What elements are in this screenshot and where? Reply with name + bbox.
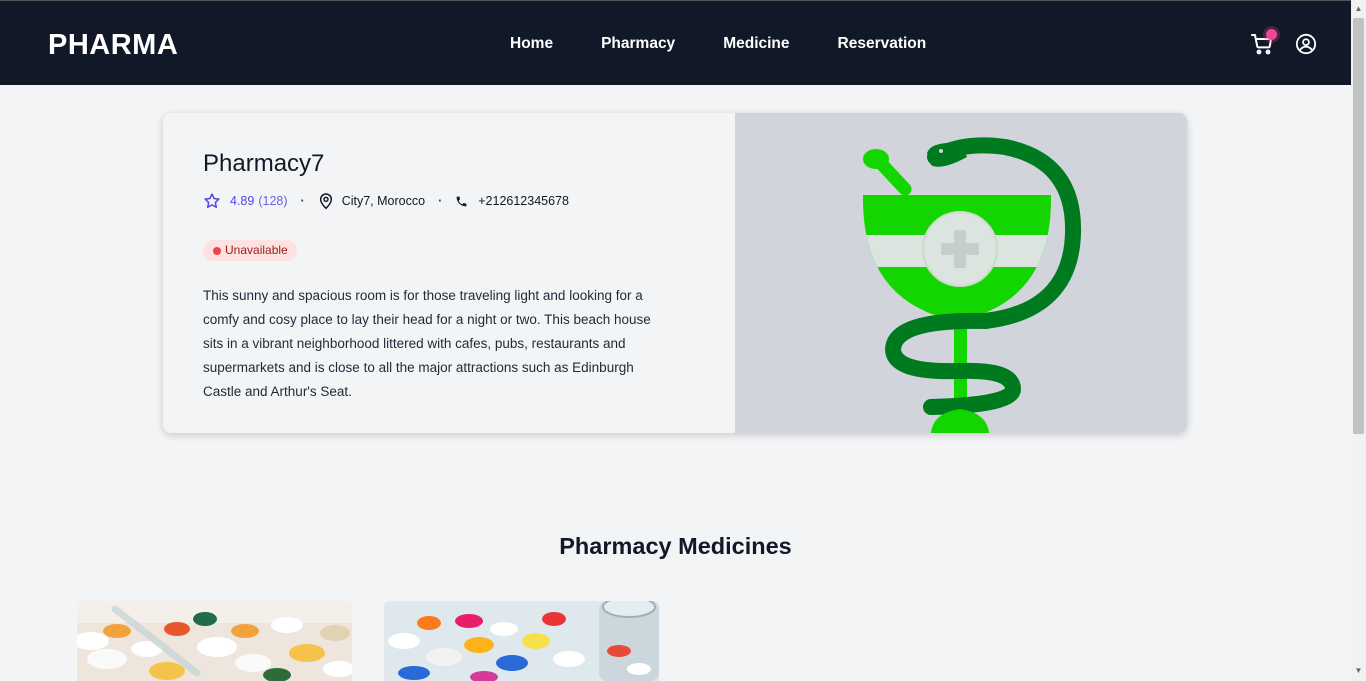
pharmacy-card: Pharmacy7 4.89 (128) · City7, Morocco · …: [163, 113, 1187, 433]
status-badge: Unavailable: [203, 240, 297, 261]
logo[interactable]: PHARMA: [48, 29, 178, 62]
separator-dot: ·: [438, 194, 443, 208]
star-icon: [204, 193, 220, 208]
rating-count[interactable]: (128): [258, 194, 287, 208]
nav-reservation[interactable]: Reservation: [838, 35, 927, 53]
status-label: Unavailable: [225, 243, 288, 257]
scroll-up-arrow-icon[interactable]: ▲: [1351, 4, 1366, 14]
pills-bottle-image: [384, 601, 659, 681]
nav-home[interactable]: Home: [510, 35, 553, 53]
scrollbar[interactable]: ▲ ▼: [1351, 0, 1366, 681]
pharmacy-phone[interactable]: +212612345678: [478, 194, 569, 208]
pharmacy-image: [735, 113, 1187, 433]
phone-icon: [456, 196, 467, 206]
separator-dot: ·: [300, 194, 305, 208]
pharmacy-name: Pharmacy7: [203, 150, 325, 177]
pharmacy-caduceus-icon: [863, 137, 1082, 433]
pharmacy-info: Pharmacy7 4.89 (128) · City7, Morocco · …: [163, 113, 735, 433]
pharmacy-description: This sunny and spacious room is for thos…: [203, 288, 651, 399]
user-circle-icon[interactable]: [1295, 33, 1317, 55]
status-dot: [213, 246, 221, 255]
pills-image: [77, 601, 352, 681]
navbar: PHARMA Home Pharmacy Medicine Reservatio…: [0, 0, 1351, 85]
section-title: Pharmacy Medicines: [559, 533, 792, 559]
medicine-card[interactable]: [384, 601, 659, 681]
pharmacy-location: City7, Morocco: [341, 194, 426, 208]
nav-medicine[interactable]: Medicine: [723, 35, 789, 53]
rating-value: 4.89: [230, 194, 255, 208]
medicine-card[interactable]: [77, 601, 352, 681]
nav-pharmacy[interactable]: Pharmacy: [601, 35, 675, 53]
scroll-thumb[interactable]: [1353, 18, 1364, 434]
nav-links: Home Pharmacy Medicine Reservation: [510, 35, 926, 53]
pharmacy-meta: 4.89 (128) · City7, Morocco · +212612345…: [203, 191, 569, 211]
location-pin-icon: [319, 193, 332, 210]
scroll-down-arrow-icon[interactable]: ▼: [1351, 666, 1366, 676]
cart-notification-badge: [1266, 29, 1277, 40]
